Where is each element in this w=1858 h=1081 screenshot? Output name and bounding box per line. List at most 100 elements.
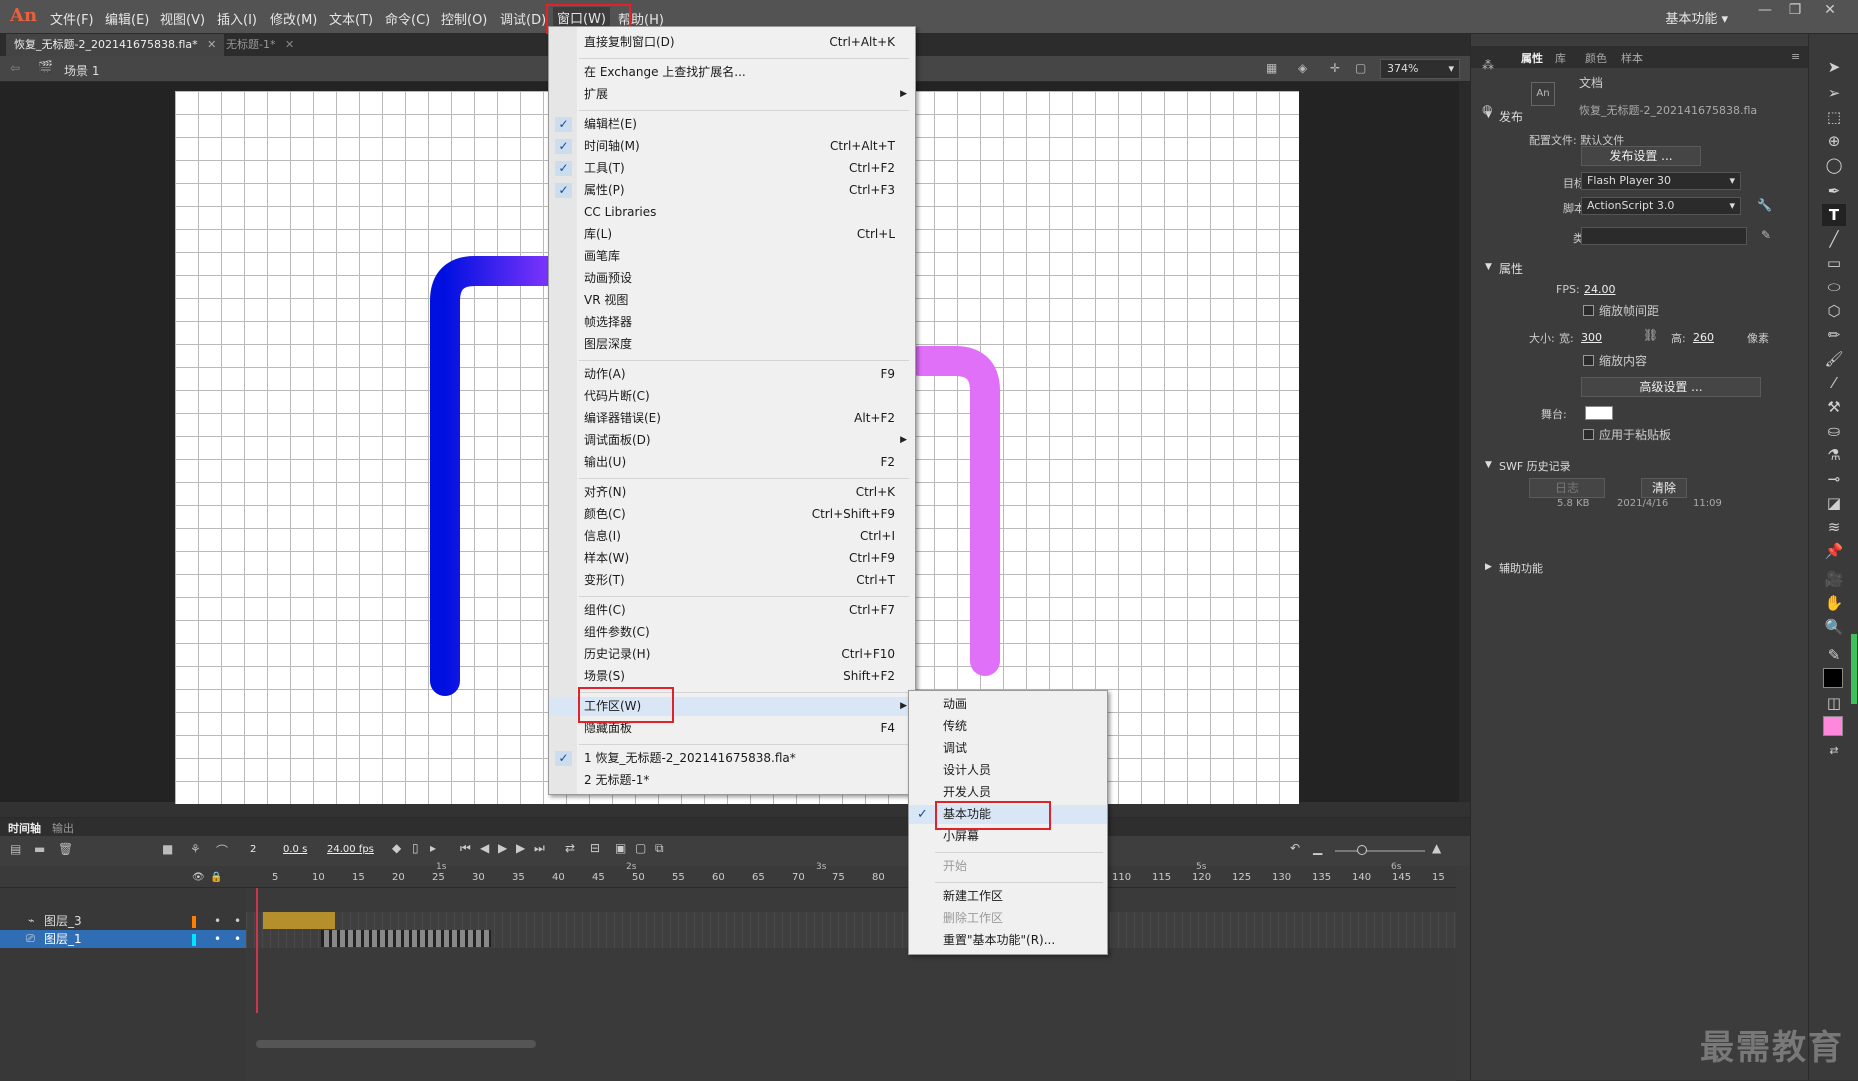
eyedropper-icon[interactable]: ⊸ [1822,468,1846,490]
bone-tool-icon[interactable]: ⚒ [1822,396,1846,418]
paint-brush-icon[interactable]: 🖌 [1822,348,1846,370]
play-icon[interactable]: ▶ [498,841,507,855]
zoom-tool-icon[interactable]: 🔍 [1822,616,1846,638]
workspace-switcher[interactable]: 基本功能 ▾ [1665,8,1728,27]
close-tab-icon[interactable]: ✕ [285,38,294,51]
scene-select-icon[interactable]: ▦ [1266,61,1277,75]
expand-icon[interactable]: ▶ [1485,562,1492,572]
window-menu-item[interactable]: 库(L) Ctrl+L [549,225,915,244]
window-menu-item[interactable]: 样本(W) Ctrl+F9 [549,549,915,568]
tab-library[interactable]: 库 [1555,50,1566,66]
collapse-icon[interactable]: ▼ [1485,262,1492,272]
tween-span[interactable] [263,912,335,929]
lock-dot[interactable]: • [234,930,241,948]
close-tab-icon[interactable]: ✕ [207,38,216,51]
timeline-hscroll[interactable] [256,1040,536,1048]
menu-control[interactable]: 控制(O) [441,9,487,28]
pen-tool-icon[interactable]: ✒ [1822,180,1846,202]
menu-view[interactable]: 视图(V) [160,9,205,28]
step-back-icon[interactable]: ◀ [480,841,489,855]
window-menu-item[interactable]: ✓ 时间轴(M) Ctrl+Alt+T [549,137,915,156]
current-time[interactable]: 0.0 s [283,844,307,855]
visibility-dot[interactable]: • [214,912,221,930]
frame-grid[interactable] [246,888,1456,1081]
window-menu-item[interactable]: 变形(T) Ctrl+T [549,571,915,590]
workspace-menu-item[interactable]: 重置"基本功能"(R)... [909,931,1107,950]
graph-icon[interactable]: ⌒ [216,842,228,859]
new-layer-icon[interactable]: ▤ [10,842,21,856]
pencil-icon[interactable]: ✎ [1761,228,1771,242]
3d-rotation-icon[interactable]: ⊕ [1822,130,1846,152]
camera-tool-icon[interactable]: 🎥 [1822,568,1846,590]
attributes-section[interactable]: 属性 [1499,260,1523,277]
stroke-color-icon[interactable]: ✎ [1822,644,1846,666]
zoom-out-icon[interactable]: ▁ [1313,841,1322,855]
free-transform-icon[interactable]: ⬚ [1822,106,1846,128]
window-menu-item[interactable]: VR 视图 [549,291,915,310]
layer-row-1[interactable]: ⎚ 图层_1 • • [0,930,246,948]
panel-menu-icon[interactable]: ≡ [1791,50,1800,63]
workspace-menu-item[interactable]: 开发人员 [909,783,1107,802]
window-menu-item[interactable]: 代码片断(C) [549,387,915,406]
stroke-right-hook[interactable] [905,346,1000,676]
zoom-in-icon[interactable]: ▲ [1432,841,1441,855]
tab-output[interactable]: 输出 [52,820,74,836]
stroke-color-swatch[interactable] [1823,668,1843,688]
window-menu-item[interactable]: 编译器错误(E) Alt+F2 [549,409,915,428]
keyframe-span[interactable] [321,930,491,947]
slider-handle[interactable] [1357,845,1367,855]
window-menu-item[interactable]: ✓ 属性(P) Ctrl+F3 [549,181,915,200]
tab-recovered-doc[interactable]: 恢复_无标题-2_202141675838.fla* ✕ [6,34,225,56]
selection-tool-icon[interactable]: ➤ [1822,56,1846,78]
camera-icon[interactable]: ■ [162,842,173,856]
height-value[interactable]: 260 [1693,331,1714,344]
script-select[interactable]: ActionScript 3.0 ▾ [1581,197,1741,215]
window-menu-item[interactable]: 图层深度 [549,335,915,354]
window-menu-item[interactable]: 在 Exchange 上查找扩展名... [549,63,915,82]
cc-libraries-icon[interactable]: ◍ [1482,102,1492,116]
workspace-menu-item[interactable]: 调试 [909,739,1107,758]
window-menu-item[interactable]: 场景(S) Shift+F2 [549,667,915,686]
window-menu-item[interactable]: 直接复制窗口(D) Ctrl+Alt+K [549,33,915,52]
window-menu-item[interactable]: ✓ 编辑栏(E) [549,115,915,134]
stroke-left-hook[interactable] [430,256,575,696]
collapse-icon[interactable]: ▼ [1485,460,1492,470]
menu-file[interactable]: 文件(F) [50,9,94,28]
hand-tool-icon[interactable]: ✋ [1822,592,1846,614]
tab-properties[interactable]: 属性 [1521,50,1543,66]
menu-edit[interactable]: 编辑(E) [105,9,149,28]
layer-name[interactable]: 图层_1 [44,930,82,948]
first-frame-icon[interactable]: ⏮ [460,841,471,856]
edit-multiple-icon[interactable]: ⧉ [655,841,664,856]
line-tool-icon[interactable]: ╱ [1822,228,1846,250]
window-menu-item[interactable]: 信息(I) Ctrl+I [549,527,915,546]
menu-modify[interactable]: 修改(M) [270,9,317,28]
step-forward-icon[interactable]: ▶ [516,841,525,855]
loop-icon[interactable]: ⇄ [565,841,575,855]
subselection-tool-icon[interactable]: ➢ [1822,82,1846,104]
window-menu-item[interactable]: 画笔库 [549,247,915,266]
back-arrow-icon[interactable]: ⇦ [10,61,20,75]
apply-paste-checkbox[interactable] [1583,429,1594,440]
tool-scroll-indicator[interactable] [1851,634,1857,704]
lock-dot[interactable]: • [234,912,241,930]
class-field[interactable] [1581,227,1747,245]
window-menu-item[interactable]: 动作(A) F9 [549,365,915,384]
workspace-menu-item[interactable]: 传统 [909,717,1107,736]
menu-debug[interactable]: 调试(D) [500,9,546,28]
maximize-icon[interactable]: ❐ [1780,2,1810,24]
fps-value[interactable]: 24.00 [1584,283,1616,296]
window-menu-item[interactable]: 颜色(C) Ctrl+Shift+F9 [549,505,915,524]
accessibility-section[interactable]: 辅助功能 [1499,560,1543,576]
ink-bottle-icon[interactable]: ⚗ [1822,444,1846,466]
clear-button[interactable]: 清除 [1641,478,1687,498]
tab-untitled-1[interactable]: 无标题-1* ✕ [218,34,302,56]
window-menu-item[interactable]: 历史记录(H) Ctrl+F10 [549,645,915,664]
window-menu-item[interactable]: CC Libraries [549,203,915,222]
layer-row-3[interactable]: ⌁ 图层_3 • • [0,912,246,930]
scale-content-checkbox[interactable] [1583,355,1594,366]
swf-history-section[interactable]: SWF 历史记录 [1499,458,1571,474]
workspace-menu-item[interactable]: 新建工作区 [909,887,1107,906]
window-menu-item[interactable]: 扩展 ▶ [549,85,915,104]
minimize-icon[interactable]: — [1750,2,1780,24]
